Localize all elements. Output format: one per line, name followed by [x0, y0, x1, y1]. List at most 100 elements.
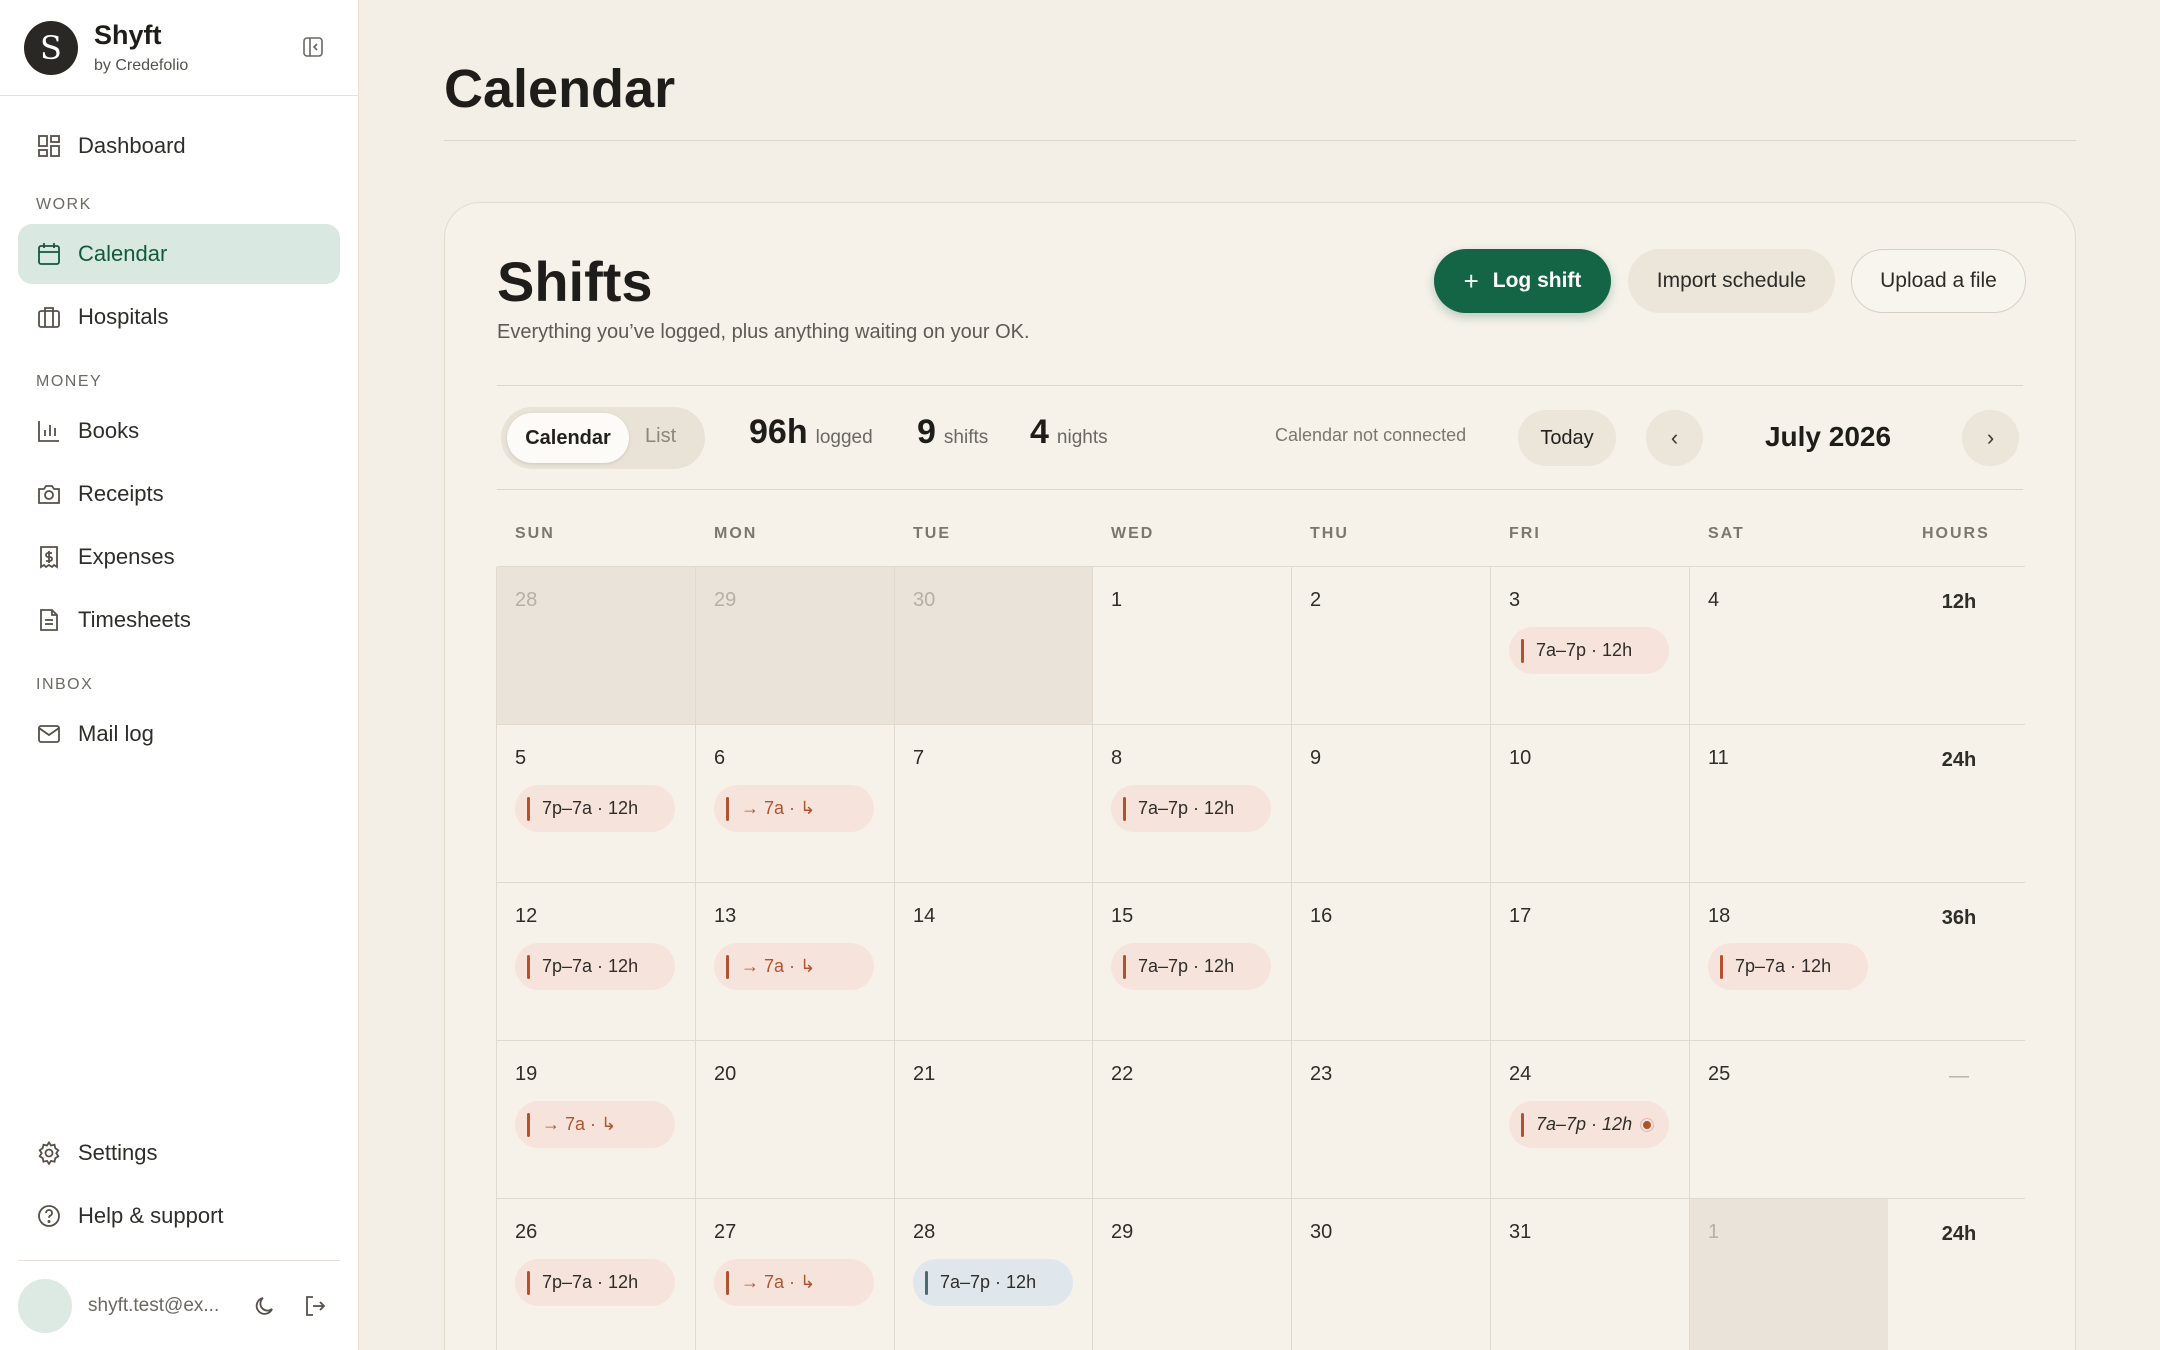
view-calendar-tab[interactable]: Calendar [507, 413, 629, 463]
calendar-day-cell[interactable]: 29 [696, 567, 894, 724]
shift-label: → 7a · ↳ [542, 1114, 617, 1134]
shift-label: → 7a · ↳ [741, 798, 816, 818]
calendar-day-cell[interactable]: 18 7p–7a · 12h [1690, 883, 1888, 1040]
shift-chip[interactable]: 7p–7a · 12h [1708, 943, 1868, 990]
calendar-day-cell[interactable]: 7 [895, 725, 1093, 882]
day-number: 29 [714, 589, 737, 611]
calendar-day-cell[interactable]: 1 [1690, 1199, 1888, 1350]
next-month-button[interactable]: › [1962, 410, 2019, 466]
shift-label: 7a–7p · 12h [1536, 640, 1633, 660]
collapse-sidebar-icon[interactable] [302, 36, 324, 58]
calendar-day-cell[interactable]: 15 7a–7p · 12h [1093, 883, 1291, 1040]
day-number: 29 [1111, 1221, 1134, 1243]
calendar-day-cell[interactable]: 9 [1292, 725, 1490, 882]
shift-chip[interactable]: 7a–7p · 12h [913, 1259, 1073, 1306]
calendar-day-cell[interactable]: 28 [497, 567, 695, 724]
calendar-day-cell[interactable]: 31 [1491, 1199, 1689, 1350]
calendar-day-cell[interactable]: 8 7a–7p · 12h [1093, 725, 1291, 882]
upload-file-button[interactable]: Upload a file [1851, 249, 2026, 313]
shift-chip[interactable]: 7a–7p · 12h [1111, 943, 1271, 990]
import-schedule-button[interactable]: Import schedule [1628, 249, 1835, 313]
calendar-day-cell[interactable]: 2 [1292, 567, 1490, 724]
sidebar-item-dashboard[interactable]: Dashboard [18, 116, 340, 176]
stat-value: 4 [1030, 413, 1049, 451]
calendar-day-cell[interactable]: 13 → 7a · ↳ [696, 883, 894, 1040]
view-list-tab[interactable]: List [645, 425, 676, 448]
week-hours-total: — [1949, 1065, 1969, 1087]
calendar-day-cell[interactable]: 26 7p–7a · 12h [497, 1199, 695, 1350]
sidebar-item-receipts[interactable]: Receipts [18, 464, 340, 524]
day-number: 17 [1509, 905, 1532, 927]
calendar-day-cell[interactable]: 11 [1690, 725, 1888, 882]
shift-chip[interactable]: 7p–7a · 12h [515, 943, 675, 990]
card-subtitle: Everything you’ve logged, plus anything … [497, 321, 1030, 343]
shift-label: 7a–7p · 12h [1536, 1114, 1633, 1134]
user-row: shyft.test@ex... [18, 1260, 340, 1350]
calendar-day-cell[interactable]: 12 7p–7a · 12h [497, 883, 695, 1040]
calendar-day-cell[interactable]: 17 [1491, 883, 1689, 1040]
shift-chip[interactable]: → 7a · ↳ [714, 943, 874, 990]
logout-icon[interactable] [302, 1293, 328, 1319]
sidebar-item-settings[interactable]: Settings [18, 1123, 340, 1183]
day-number: 23 [1310, 1063, 1333, 1085]
shift-chip[interactable]: 7p–7a · 12h [515, 785, 675, 832]
calendar-day-cell[interactable]: 3 7a–7p · 12h [1491, 567, 1689, 724]
calendar-day-cell[interactable]: 19 → 7a · ↳ [497, 1041, 695, 1198]
calendar-day-cell[interactable]: 5 7p–7a · 12h [497, 725, 695, 882]
shift-label: 7a–7p · 12h [1138, 798, 1235, 818]
calendar-day-cell[interactable]: 30 [1292, 1199, 1490, 1350]
sidebar-item-expenses[interactable]: Expenses [18, 527, 340, 587]
calendar-day-cell[interactable]: 1 [1093, 567, 1291, 724]
shift-label: 7a–7p · 12h [940, 1272, 1037, 1292]
avatar[interactable] [18, 1278, 72, 1333]
calendar-day-cell[interactable]: 27 → 7a · ↳ [696, 1199, 894, 1350]
calendar-day-cell[interactable]: 30 [895, 567, 1093, 724]
calendar-day-cell[interactable]: 20 [696, 1041, 894, 1198]
day-number: 8 [1111, 747, 1123, 769]
weekday-header: WED [1111, 525, 1155, 542]
calendar-day-cell[interactable]: 6 → 7a · ↳ [696, 725, 894, 882]
sidebar-item-help[interactable]: Help & support [18, 1186, 340, 1246]
stat-value: 96h [749, 413, 808, 451]
stat-label: logged [815, 427, 873, 448]
shift-chip[interactable]: 7a–7p · 12h [1509, 627, 1669, 674]
day-number: 11 [1708, 747, 1729, 769]
calendar-day-cell[interactable]: 14 [895, 883, 1093, 1040]
shift-chip[interactable]: → 7a · ↳ [515, 1101, 675, 1148]
day-number: 31 [1509, 1221, 1532, 1243]
day-number: 21 [913, 1063, 936, 1085]
day-number: 6 [714, 747, 726, 769]
shift-label: → 7a · ↳ [741, 1272, 816, 1292]
calendar-day-cell[interactable]: 16 [1292, 883, 1490, 1040]
day-number: 9 [1310, 747, 1322, 769]
shift-chip[interactable]: 7a–7p · 12h [1509, 1101, 1669, 1148]
calendar-day-cell[interactable]: 28 7a–7p · 12h [895, 1199, 1093, 1350]
sidebar: S Shyft by Credefolio Dashboard WORK Cal… [0, 0, 359, 1350]
calendar-day-cell[interactable]: 23 [1292, 1041, 1490, 1198]
moon-icon[interactable] [252, 1293, 278, 1319]
day-number: 19 [515, 1063, 538, 1085]
calendar-day-cell[interactable]: 29 [1093, 1199, 1291, 1350]
shift-chip[interactable]: → 7a · ↳ [714, 785, 874, 832]
sidebar-item-label: Receipts [78, 481, 164, 506]
sidebar-item-hospitals[interactable]: Hospitals [18, 287, 340, 347]
sidebar-item-books[interactable]: Books [18, 401, 340, 461]
sidebar-item-calendar[interactable]: Calendar [18, 224, 340, 284]
today-button[interactable]: Today [1518, 410, 1616, 466]
sidebar-item-timesheets[interactable]: Timesheets [18, 590, 340, 650]
calendar-day-cell[interactable]: 21 [895, 1041, 1093, 1198]
calendar-day-cell[interactable]: 24 7a–7p · 12h [1491, 1041, 1689, 1198]
calendar-day-cell[interactable]: 22 [1093, 1041, 1291, 1198]
sidebar-nav: Dashboard WORK Calendar Hospitals MONEY … [0, 96, 358, 764]
weekday-header: TUE [913, 525, 951, 542]
calendar-day-cell[interactable]: 10 [1491, 725, 1689, 882]
day-number: 22 [1111, 1063, 1134, 1085]
prev-month-button[interactable]: ‹ [1646, 410, 1703, 466]
shift-chip[interactable]: → 7a · ↳ [714, 1259, 874, 1306]
shift-chip[interactable]: 7a–7p · 12h [1111, 785, 1271, 832]
shift-chip[interactable]: 7p–7a · 12h [515, 1259, 675, 1306]
calendar-day-cell[interactable]: 25 [1690, 1041, 1888, 1198]
log-shift-button[interactable]: + Log shift [1434, 249, 1611, 313]
calendar-day-cell[interactable]: 4 [1690, 567, 1888, 724]
sidebar-item-mail-log[interactable]: Mail log [18, 704, 340, 764]
